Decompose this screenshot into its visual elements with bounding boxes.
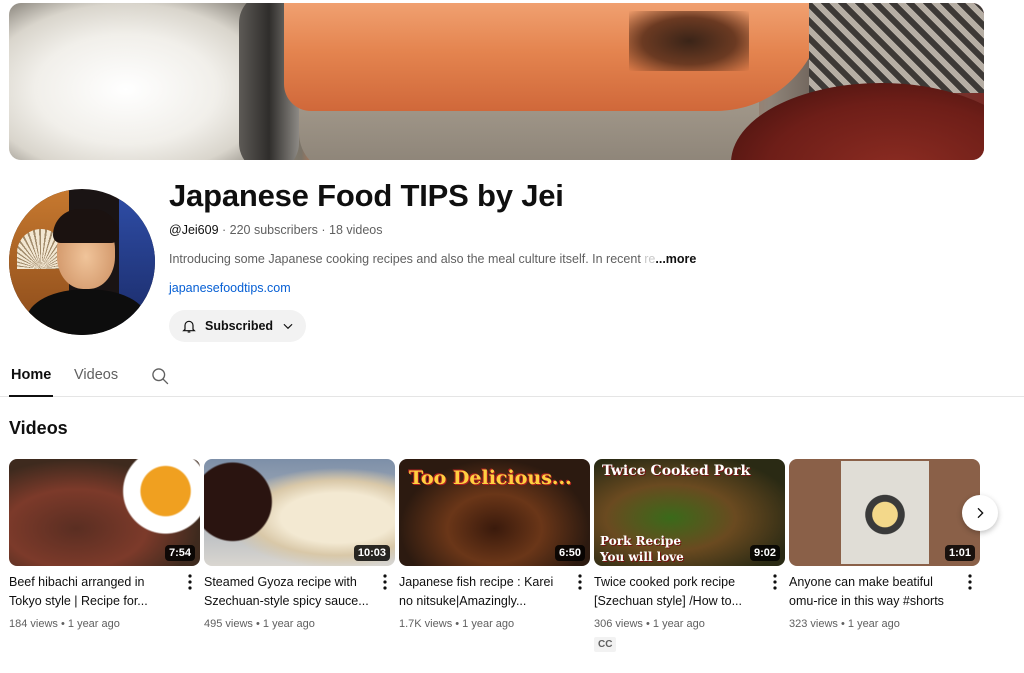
banner-mat <box>809 3 984 93</box>
video-views: 1.7K views <box>399 618 453 630</box>
video-age: 1 year ago <box>652 618 705 630</box>
chevron-right-icon <box>977 507 984 519</box>
video-views: 323 views <box>789 618 838 630</box>
carousel-next-button[interactable] <box>962 495 998 531</box>
tab-videos[interactable]: Videos <box>74 367 118 383</box>
video-thumbnail[interactable]: 10:03 <box>204 459 395 566</box>
tab-home[interactable]: Home <box>11 367 51 383</box>
video-views: 306 views <box>594 618 643 630</box>
video-duration: 9:02 <box>749 545 780 561</box>
more-vert-icon[interactable] <box>964 573 976 591</box>
thumbnail-text: Too Delicious... <box>409 467 572 489</box>
video-title[interactable]: Beef hibachi arranged in Tokyo style | R… <box>9 573 179 611</box>
video-card[interactable]: Too Delicious... 6:50 Japanese fish reci… <box>399 459 590 630</box>
channel-handle[interactable]: @Jei609 <box>169 223 219 237</box>
channel-meta: @Jei609 · 220 subscribers · 18 videos <box>169 223 383 237</box>
description-text: Introducing some Japanese cooking recipe… <box>169 252 641 266</box>
meta-separator: • <box>57 618 68 630</box>
video-thumbnail[interactable]: 7:54 <box>9 459 200 566</box>
video-age: 1 year ago <box>262 618 315 630</box>
channel-title: Japanese Food TIPS by Jei <box>169 178 564 213</box>
more-vert-icon[interactable] <box>574 573 586 591</box>
video-age: 1 year ago <box>462 618 515 630</box>
more-vert-icon[interactable] <box>379 573 391 591</box>
banner-char <box>629 11 749 71</box>
meta-separator: • <box>452 618 463 630</box>
section-title: Videos <box>9 418 68 438</box>
chevron-down-icon <box>283 323 293 330</box>
thumbnail-text-line: You will love <box>600 550 684 564</box>
video-age: 1 year ago <box>67 618 120 630</box>
more-link[interactable]: ...more <box>655 252 696 266</box>
video-duration: 6:50 <box>554 545 585 561</box>
thumbnail-text-top: Twice Cooked Pork <box>602 463 751 479</box>
more-vert-icon[interactable] <box>184 573 196 591</box>
video-meta: 495 views • 1 year ago <box>204 618 315 630</box>
video-duration: 1:01 <box>944 545 975 561</box>
thumbnail-text-line: Pork Recipe <box>600 534 682 548</box>
channel-description[interactable]: Introducing some Japanese cooking recipe… <box>169 252 729 266</box>
video-thumbnail[interactable]: Twice Cooked Pork Pork Recipe You will lo… <box>594 459 785 566</box>
video-title[interactable]: Anyone can make beatiful omu-rice in thi… <box>789 573 959 611</box>
channel-tabs: Home Videos <box>0 358 1024 397</box>
video-views: 495 views <box>204 618 253 630</box>
thumbnail-text-bottom: Pork Recipe You will love <box>600 533 684 565</box>
video-meta: 306 views • 1 year ago <box>594 618 705 630</box>
description-fade: re <box>640 252 656 266</box>
subscriber-count: 220 subscribers <box>229 223 318 237</box>
channel-banner <box>9 3 984 160</box>
subscribed-button[interactable]: Subscribed <box>169 310 306 342</box>
video-card[interactable]: 7:54 Beef hibachi arranged in Tokyo styl… <box>9 459 200 630</box>
video-card[interactable]: 10:03 Steamed Gyoza recipe with Szechuan… <box>204 459 395 630</box>
subscribed-label: Subscribed <box>205 319 274 333</box>
video-age: 1 year ago <box>847 618 900 630</box>
banner-rice <box>9 3 269 160</box>
video-card[interactable]: 1:01 Anyone can make beatiful omu-rice i… <box>789 459 980 630</box>
video-thumbnail[interactable]: Too Delicious... 6:50 <box>399 459 590 566</box>
search-icon[interactable] <box>150 366 170 386</box>
cc-badge: CC <box>594 637 617 652</box>
channel-link[interactable]: japanesefoodtips.com <box>169 281 291 295</box>
video-meta: 1.7K views • 1 year ago <box>399 618 514 630</box>
more-vert-icon[interactable] <box>769 573 781 591</box>
video-views: 184 views <box>9 618 58 630</box>
video-title[interactable]: Steamed Gyoza recipe with Szechuan-style… <box>204 573 374 611</box>
meta-separator: · <box>218 223 230 237</box>
video-title[interactable]: Japanese fish recipe : Karei no nitsuke|… <box>399 573 569 611</box>
meta-separator: · <box>317 223 329 237</box>
thumbnail-image <box>841 461 929 564</box>
meta-separator: • <box>252 618 263 630</box>
meta-separator: • <box>642 618 653 630</box>
video-thumbnail[interactable]: 1:01 <box>789 459 980 566</box>
video-meta: 184 views • 1 year ago <box>9 618 120 630</box>
bell-icon <box>182 320 196 333</box>
meta-separator: • <box>837 618 848 630</box>
avatar-hair <box>53 209 119 243</box>
video-meta: 323 views • 1 year ago <box>789 618 900 630</box>
channel-avatar[interactable] <box>9 189 155 335</box>
video-duration: 10:03 <box>353 545 390 561</box>
video-duration: 7:54 <box>164 545 195 561</box>
video-count: 18 videos <box>329 223 383 237</box>
tab-active-indicator <box>9 395 53 397</box>
video-title[interactable]: Twice cooked pork recipe [Szechuan style… <box>594 573 764 611</box>
video-card[interactable]: Twice Cooked Pork Pork Recipe You will lo… <box>594 459 785 652</box>
